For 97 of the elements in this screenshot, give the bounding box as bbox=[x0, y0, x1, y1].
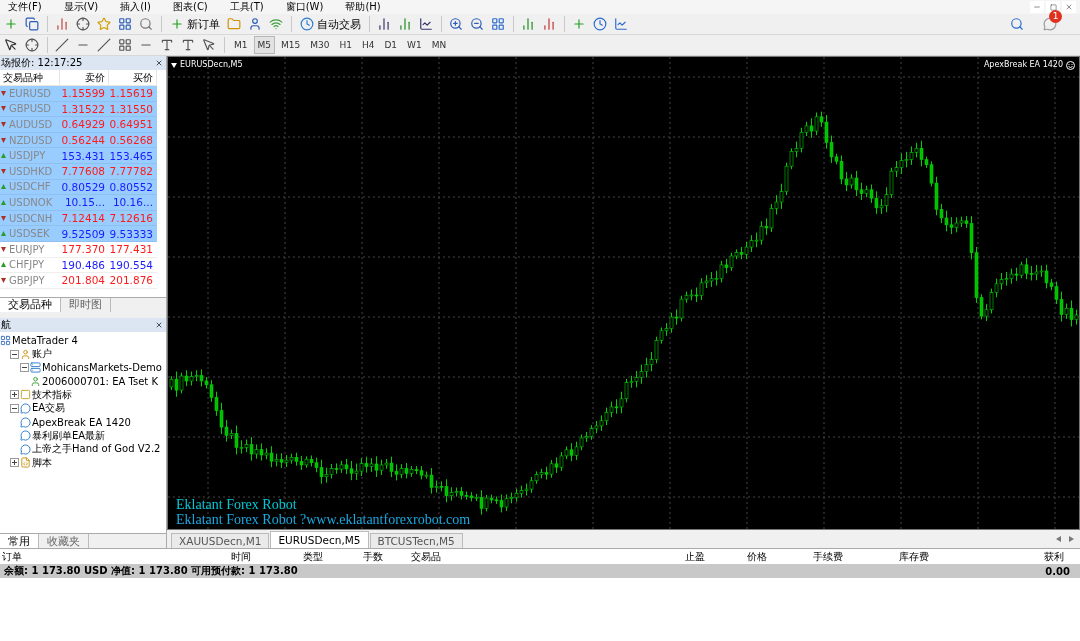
chart-overlay-text: Eklatant Forex Robot bbox=[176, 497, 298, 512]
symbol-text: CHFJPY bbox=[9, 259, 45, 271]
timeframe-button[interactable]: D1 bbox=[380, 36, 402, 54]
column-header[interactable]: 手续费 bbox=[771, 549, 847, 564]
price-cell: 0.64951 bbox=[109, 117, 157, 133]
price-cell: 153.431 bbox=[60, 148, 109, 164]
menu-item[interactable]: 帮助(H) bbox=[345, 1, 381, 13]
price-cell: 10.16... bbox=[109, 195, 157, 211]
tree-item[interactable]: EA交易 bbox=[32, 401, 66, 416]
restore-icon[interactable] bbox=[1046, 1, 1060, 13]
symbol-text: NZDUSD bbox=[9, 134, 53, 146]
close-icon[interactable] bbox=[155, 320, 163, 329]
column-header[interactable]: 库存费 bbox=[847, 549, 933, 564]
timeframe-button[interactable]: H1 bbox=[335, 36, 356, 54]
panel-title: 航 bbox=[1, 317, 11, 332]
price-cell: 1.15599 bbox=[60, 86, 109, 102]
new-order-button[interactable]: 新订单 bbox=[167, 14, 223, 34]
price-cell: 201.876 bbox=[109, 273, 157, 289]
accounts-icon bbox=[20, 348, 31, 360]
menu-item[interactable]: 文件(F) bbox=[8, 1, 42, 13]
symbol-cell[interactable]: GBPJPY bbox=[0, 273, 60, 289]
user-icon bbox=[30, 375, 41, 387]
menu-item[interactable]: 插入(I) bbox=[120, 1, 151, 13]
timeframe-button[interactable]: M15 bbox=[277, 36, 305, 54]
tree-item[interactable]: 暴利刷单EA最新 bbox=[32, 428, 106, 443]
price-cell: 1.15619 bbox=[109, 86, 157, 102]
tree-item[interactable]: 脚本 bbox=[32, 455, 52, 470]
column-header[interactable]: 订单 bbox=[0, 549, 40, 564]
panel-tab[interactable]: 交易品种 bbox=[0, 297, 61, 313]
chart-tab[interactable]: EURUSDecn,M5 bbox=[270, 531, 369, 548]
close-icon[interactable] bbox=[155, 59, 163, 67]
symbol-text: USDJPY bbox=[9, 150, 46, 162]
balance-summary: 余额: 1 173.80 USD 净值: 1 173.80 可用预付款: 1 173.80 bbox=[4, 564, 298, 578]
auto-trading-button[interactable]: 自动交易 bbox=[297, 14, 364, 34]
tree-item[interactable]: MetaTrader 4 bbox=[12, 335, 78, 346]
collapse-icon[interactable] bbox=[10, 404, 19, 413]
timeframe-button[interactable]: M5 bbox=[253, 36, 275, 54]
timeframe-button[interactable]: M1 bbox=[230, 36, 252, 54]
price-cell: 0.64929 bbox=[60, 117, 109, 133]
menu-item[interactable]: 窗口(W) bbox=[285, 1, 324, 13]
price-cell: 9.53333 bbox=[109, 226, 157, 242]
collapse-icon[interactable] bbox=[10, 349, 19, 359]
price-cell: 201.804 bbox=[60, 273, 109, 289]
tree-item[interactable]: 技术指标 bbox=[32, 387, 72, 402]
symbol-text: USDCNH bbox=[9, 212, 53, 224]
tree-item[interactable]: ApexBreak EA 1420 bbox=[32, 416, 131, 428]
column-header[interactable]: 获利 bbox=[933, 549, 1068, 564]
column-header[interactable]: 时间 bbox=[40, 549, 255, 564]
tree-item[interactable]: 2006000701: EA Tset K bbox=[42, 375, 158, 387]
plus-icon bbox=[170, 17, 184, 31]
timeframe-button[interactable]: W1 bbox=[403, 36, 426, 54]
tree-item[interactable]: MohicansMarkets-Demo bbox=[42, 362, 162, 374]
symbol-text: USDNOK bbox=[9, 196, 53, 208]
chart-overlay-text: Eklatant Forex Robot ?www.eklatantforexrobot.com bbox=[176, 512, 471, 527]
column-header[interactable]: 交易品 bbox=[387, 549, 445, 564]
symbol-text: GBPJPY bbox=[9, 274, 45, 286]
ea-label: ApexBreak EA 1420 bbox=[983, 60, 1063, 69]
menu-item[interactable]: 工具(T) bbox=[229, 1, 264, 13]
expand-icon[interactable] bbox=[10, 458, 19, 468]
clock-icon bbox=[300, 17, 314, 31]
window-icon bbox=[0, 335, 11, 346]
column-header[interactable]: 止盈 bbox=[445, 549, 709, 564]
smiley-icon bbox=[1066, 61, 1075, 70]
menu-item[interactable]: 显示(V) bbox=[63, 1, 99, 13]
chart-tab[interactable]: BTCUSTecn,M5 bbox=[369, 533, 463, 548]
timeframe-button[interactable]: H4 bbox=[357, 36, 379, 54]
chart-symbol-label: EURUSDecn,M5 bbox=[180, 60, 243, 69]
column-header[interactable]: 类型 bbox=[255, 549, 327, 564]
collapse-icon[interactable] bbox=[20, 363, 29, 373]
column-header[interactable]: 手数 bbox=[327, 549, 387, 564]
symbol-text: USDHKD bbox=[9, 165, 53, 177]
scroll-left-icon[interactable] bbox=[1056, 536, 1061, 542]
scroll-right-icon[interactable] bbox=[1069, 536, 1074, 542]
price-cell: 10.15... bbox=[60, 195, 109, 211]
price-cell: 9.52509 bbox=[60, 226, 109, 242]
symbol-text: USDSEK bbox=[9, 228, 50, 240]
chart-tab[interactable]: XAUUSDecn,M1 bbox=[171, 533, 270, 548]
symbol-text: AUDUSD bbox=[9, 119, 53, 130]
price-cell: 153.465 bbox=[109, 148, 157, 164]
symbol-text: GBPUSD bbox=[9, 103, 51, 115]
script-icon bbox=[20, 457, 31, 469]
timeframe-button[interactable]: MN bbox=[427, 36, 451, 54]
panel-tab[interactable]: 常用 bbox=[0, 534, 39, 548]
column-header[interactable]: 价格 bbox=[709, 549, 771, 564]
tree-item[interactable]: 上帝之手Hand of God V2.2 bbox=[32, 442, 161, 457]
profit-value: 0.00 bbox=[1045, 565, 1070, 577]
timeframe-button[interactable]: M30 bbox=[306, 36, 334, 54]
close-icon[interactable] bbox=[1062, 1, 1076, 13]
server-icon bbox=[30, 362, 41, 374]
panel-title: 场报价: 12:17:25 bbox=[1, 56, 83, 70]
dropdown-arrow-icon[interactable] bbox=[171, 63, 177, 68]
tree-item[interactable]: 账户 bbox=[32, 347, 52, 362]
expand-icon[interactable] bbox=[10, 390, 19, 400]
symbol-text: EURUSD bbox=[9, 87, 51, 99]
menu-item[interactable]: 图表(C) bbox=[173, 1, 208, 13]
symbol-text: USDCHF bbox=[9, 181, 51, 193]
symbol-text: EURJPY bbox=[9, 243, 45, 255]
